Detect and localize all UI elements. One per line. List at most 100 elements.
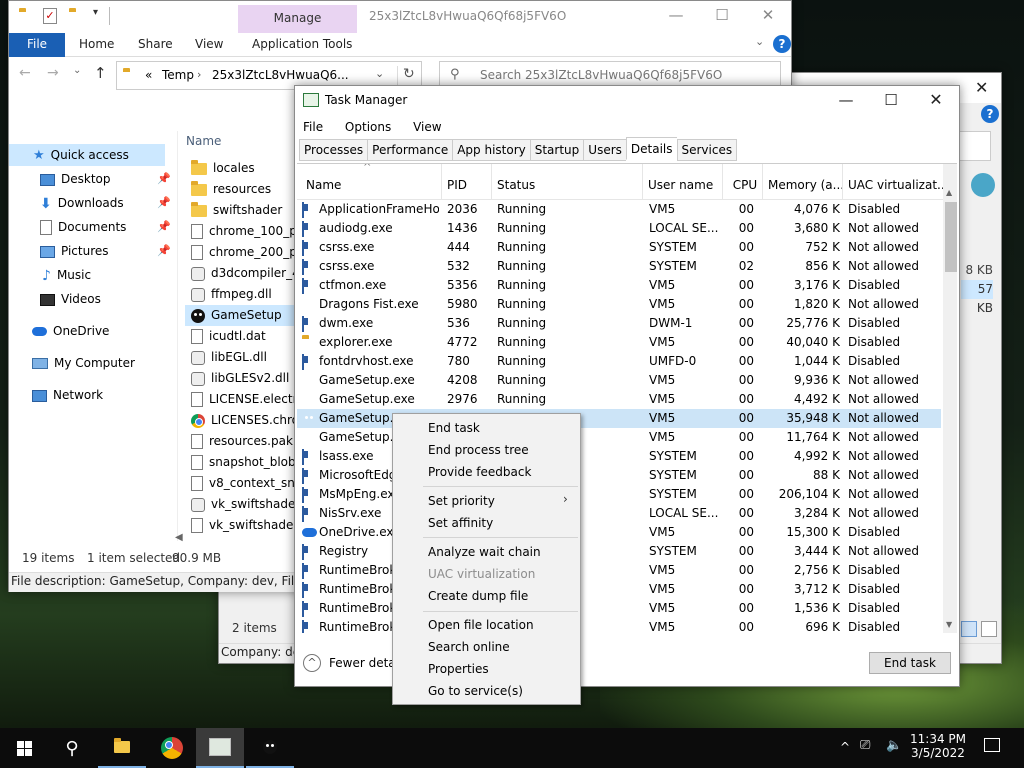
tm-minimize-icon[interactable]: — [823, 86, 869, 116]
chrome-taskbar-icon[interactable] [148, 728, 196, 768]
table-row[interactable]: GameSetup.exe 4208 Running VM5 00 9,936 K Not … [297, 371, 941, 390]
ribbon-tab-home[interactable]: Home [79, 33, 114, 57]
tm-close-icon[interactable]: ✕ [913, 86, 959, 116]
search-taskbar-icon[interactable]: ⚲ [48, 728, 96, 768]
tm-maximize-icon[interactable]: ☐ [868, 86, 914, 116]
menu-item-end-task[interactable]: End task [428, 421, 480, 435]
file-row[interactable]: snapshot_blob.b [185, 452, 305, 473]
sidebar-item-pictures[interactable]: Pictures 📌 [17, 240, 177, 262]
fewer-details-icon[interactable]: ^ [303, 654, 321, 672]
up-icon[interactable]: ↑ [94, 64, 107, 82]
file-explorer-taskbar-icon[interactable] [98, 728, 146, 768]
vertical-scrollbar[interactable]: ▲ ▼ [943, 164, 957, 633]
task-manager-taskbar-icon[interactable] [196, 728, 244, 768]
menu-item-provide-feedback[interactable]: Provide feedback [428, 465, 531, 479]
file-row[interactable]: vk_swiftshader.d [185, 494, 305, 515]
pin-icon[interactable]: 📌 [157, 192, 171, 214]
column-header-name[interactable]: Name [297, 164, 441, 200]
menu-item-set-priority[interactable]: Set priority [428, 494, 495, 508]
file-row[interactable]: swiftshader [185, 200, 305, 221]
address-dropdown-icon[interactable]: ⌄ [375, 67, 384, 80]
sidebar-item-videos[interactable]: Videos [17, 288, 177, 310]
menu-item-analyze-wait-chain[interactable]: Analyze wait chain [428, 545, 541, 559]
file-row[interactable]: ffmpeg.dll [185, 284, 305, 305]
tab-services[interactable]: Services [676, 139, 738, 161]
column-header-name[interactable]: Name [186, 134, 221, 148]
column-header-uac[interactable]: UAC virtualizat... [842, 164, 943, 200]
sidebar-item-music[interactable]: ♪ Music [17, 264, 177, 286]
table-row[interactable]: Dragons Fist.exe 5980 Running VM5 00 1,820 K N… [297, 295, 941, 314]
sidebar-item-documents[interactable]: Documents 📌 [17, 216, 177, 238]
pin-icon[interactable]: 📌 [157, 216, 171, 238]
file-row[interactable]: resources [185, 179, 305, 200]
file-row[interactable]: d3dcompiler_47. [185, 263, 305, 284]
menu-item-go-to-services[interactable]: Go to service(s) [428, 684, 523, 698]
table-row[interactable]: GameSetup.exe 2976 Running VM5 00 4,492 K Not … [297, 390, 941, 409]
file-row[interactable]: GameSetup [185, 305, 305, 326]
file-row[interactable]: LICENSE.electro [185, 389, 305, 410]
pin-icon[interactable]: 📌 [157, 168, 171, 190]
start-button[interactable] [0, 728, 48, 768]
explorer-maximize-icon[interactable]: ☐ [699, 1, 745, 31]
menu-file[interactable]: File [303, 116, 323, 138]
back-icon[interactable]: ← [19, 65, 31, 81]
column-header-pid[interactable]: PID [441, 164, 491, 200]
ribbon-tab-application-tools[interactable]: Application Tools [252, 33, 352, 57]
ribbon-tab-file[interactable]: File [9, 33, 65, 57]
behind-help-icon[interactable]: ? [981, 105, 999, 123]
table-row[interactable]: ctfmon.exe 5356 Running VM5 00 3,176 K Disable… [297, 276, 941, 295]
table-row[interactable]: csrss.exe 444 Running SYSTEM 00 752 K Not allo… [297, 238, 941, 257]
sidebar-item-network[interactable]: Network [17, 384, 177, 406]
end-task-button[interactable]: End task [869, 652, 951, 674]
dragon-app-taskbar-icon[interactable] [246, 728, 294, 768]
network-tray-icon[interactable]: ⎚ [860, 738, 870, 753]
menu-item-set-affinity[interactable]: Set affinity [428, 516, 493, 530]
menu-view[interactable]: View [413, 116, 441, 138]
file-row[interactable]: chrome_200_perc [185, 242, 305, 263]
file-row[interactable]: chrome_100_perc [185, 221, 305, 242]
file-row[interactable]: resources.pak [185, 431, 305, 452]
volume-tray-icon[interactable]: 🔈 [886, 738, 902, 753]
refresh-icon[interactable]: ↻ [403, 66, 415, 82]
tab-app-history[interactable]: App history [452, 139, 530, 161]
customize-toolbar-icon[interactable]: ▾ [93, 7, 98, 18]
tab-users[interactable]: Users [583, 139, 626, 161]
forward-icon[interactable]: → [47, 65, 59, 81]
sidebar-item-onedrive[interactable]: OneDrive [17, 320, 177, 342]
file-row[interactable]: vk_swiftshader_i [185, 515, 305, 536]
properties-icon[interactable]: ✓ [43, 8, 57, 24]
sidebar-item-downloads[interactable]: ⬇ Downloads 📌 [17, 192, 177, 214]
column-header-status[interactable]: Status [491, 164, 642, 200]
column-header-user-name[interactable]: User name [642, 164, 722, 200]
sidebar-item-my-computer[interactable]: My Computer [17, 352, 177, 374]
scroll-thumb[interactable] [945, 202, 957, 272]
manage-tab[interactable]: Manage [238, 5, 357, 33]
menu-item-open-file-location[interactable]: Open file location [428, 618, 534, 632]
sidebar-item-desktop[interactable]: Desktop 📌 [17, 168, 177, 190]
file-row[interactable]: icudtl.dat [185, 326, 305, 347]
breadcrumb-temp[interactable]: Temp [162, 68, 194, 82]
file-row[interactable]: LICENSES.chrom [185, 410, 305, 431]
large-icons-view-icon[interactable] [981, 621, 997, 637]
menu-item-properties[interactable]: Properties [428, 662, 489, 676]
breadcrumb-folder[interactable]: 25x3lZtcL8vHwuaQ6... [212, 68, 349, 82]
table-row[interactable]: audiodg.exe 1436 Running LOCAL SE... 00 3,680… [297, 219, 941, 238]
notifications-icon[interactable] [984, 738, 1000, 752]
column-header-cpu[interactable]: CPU [722, 164, 762, 200]
tab-performance[interactable]: Performance [367, 139, 453, 161]
tab-startup[interactable]: Startup [529, 139, 584, 161]
behind-close-icon[interactable]: ✕ [975, 78, 988, 97]
table-row[interactable]: fontdrvhost.exe 780 Running UMFD-0 00 1,044 K… [297, 352, 941, 371]
table-row[interactable]: dwm.exe 536 Running DWM-1 00 25,776 K Disabled [297, 314, 941, 333]
table-row[interactable]: csrss.exe 532 Running SYSTEM 02 856 K Not allo… [297, 257, 941, 276]
tab-details[interactable]: Details [625, 137, 677, 160]
menu-item-end-process-tree[interactable]: End process tree [428, 443, 529, 457]
menu-options[interactable]: Options [345, 116, 391, 138]
menu-item-search-online[interactable]: Search online [428, 640, 510, 654]
scroll-left-icon[interactable]: ◀ [175, 532, 183, 543]
clock[interactable]: 11:34 PM 3/5/2022 [908, 732, 968, 760]
sidebar-item-quick-access[interactable]: ★ Quick access [9, 144, 165, 166]
ribbon-tab-view[interactable]: View [195, 33, 223, 57]
explorer-minimize-icon[interactable]: — [653, 1, 699, 31]
file-row[interactable]: libEGL.dll [185, 347, 305, 368]
